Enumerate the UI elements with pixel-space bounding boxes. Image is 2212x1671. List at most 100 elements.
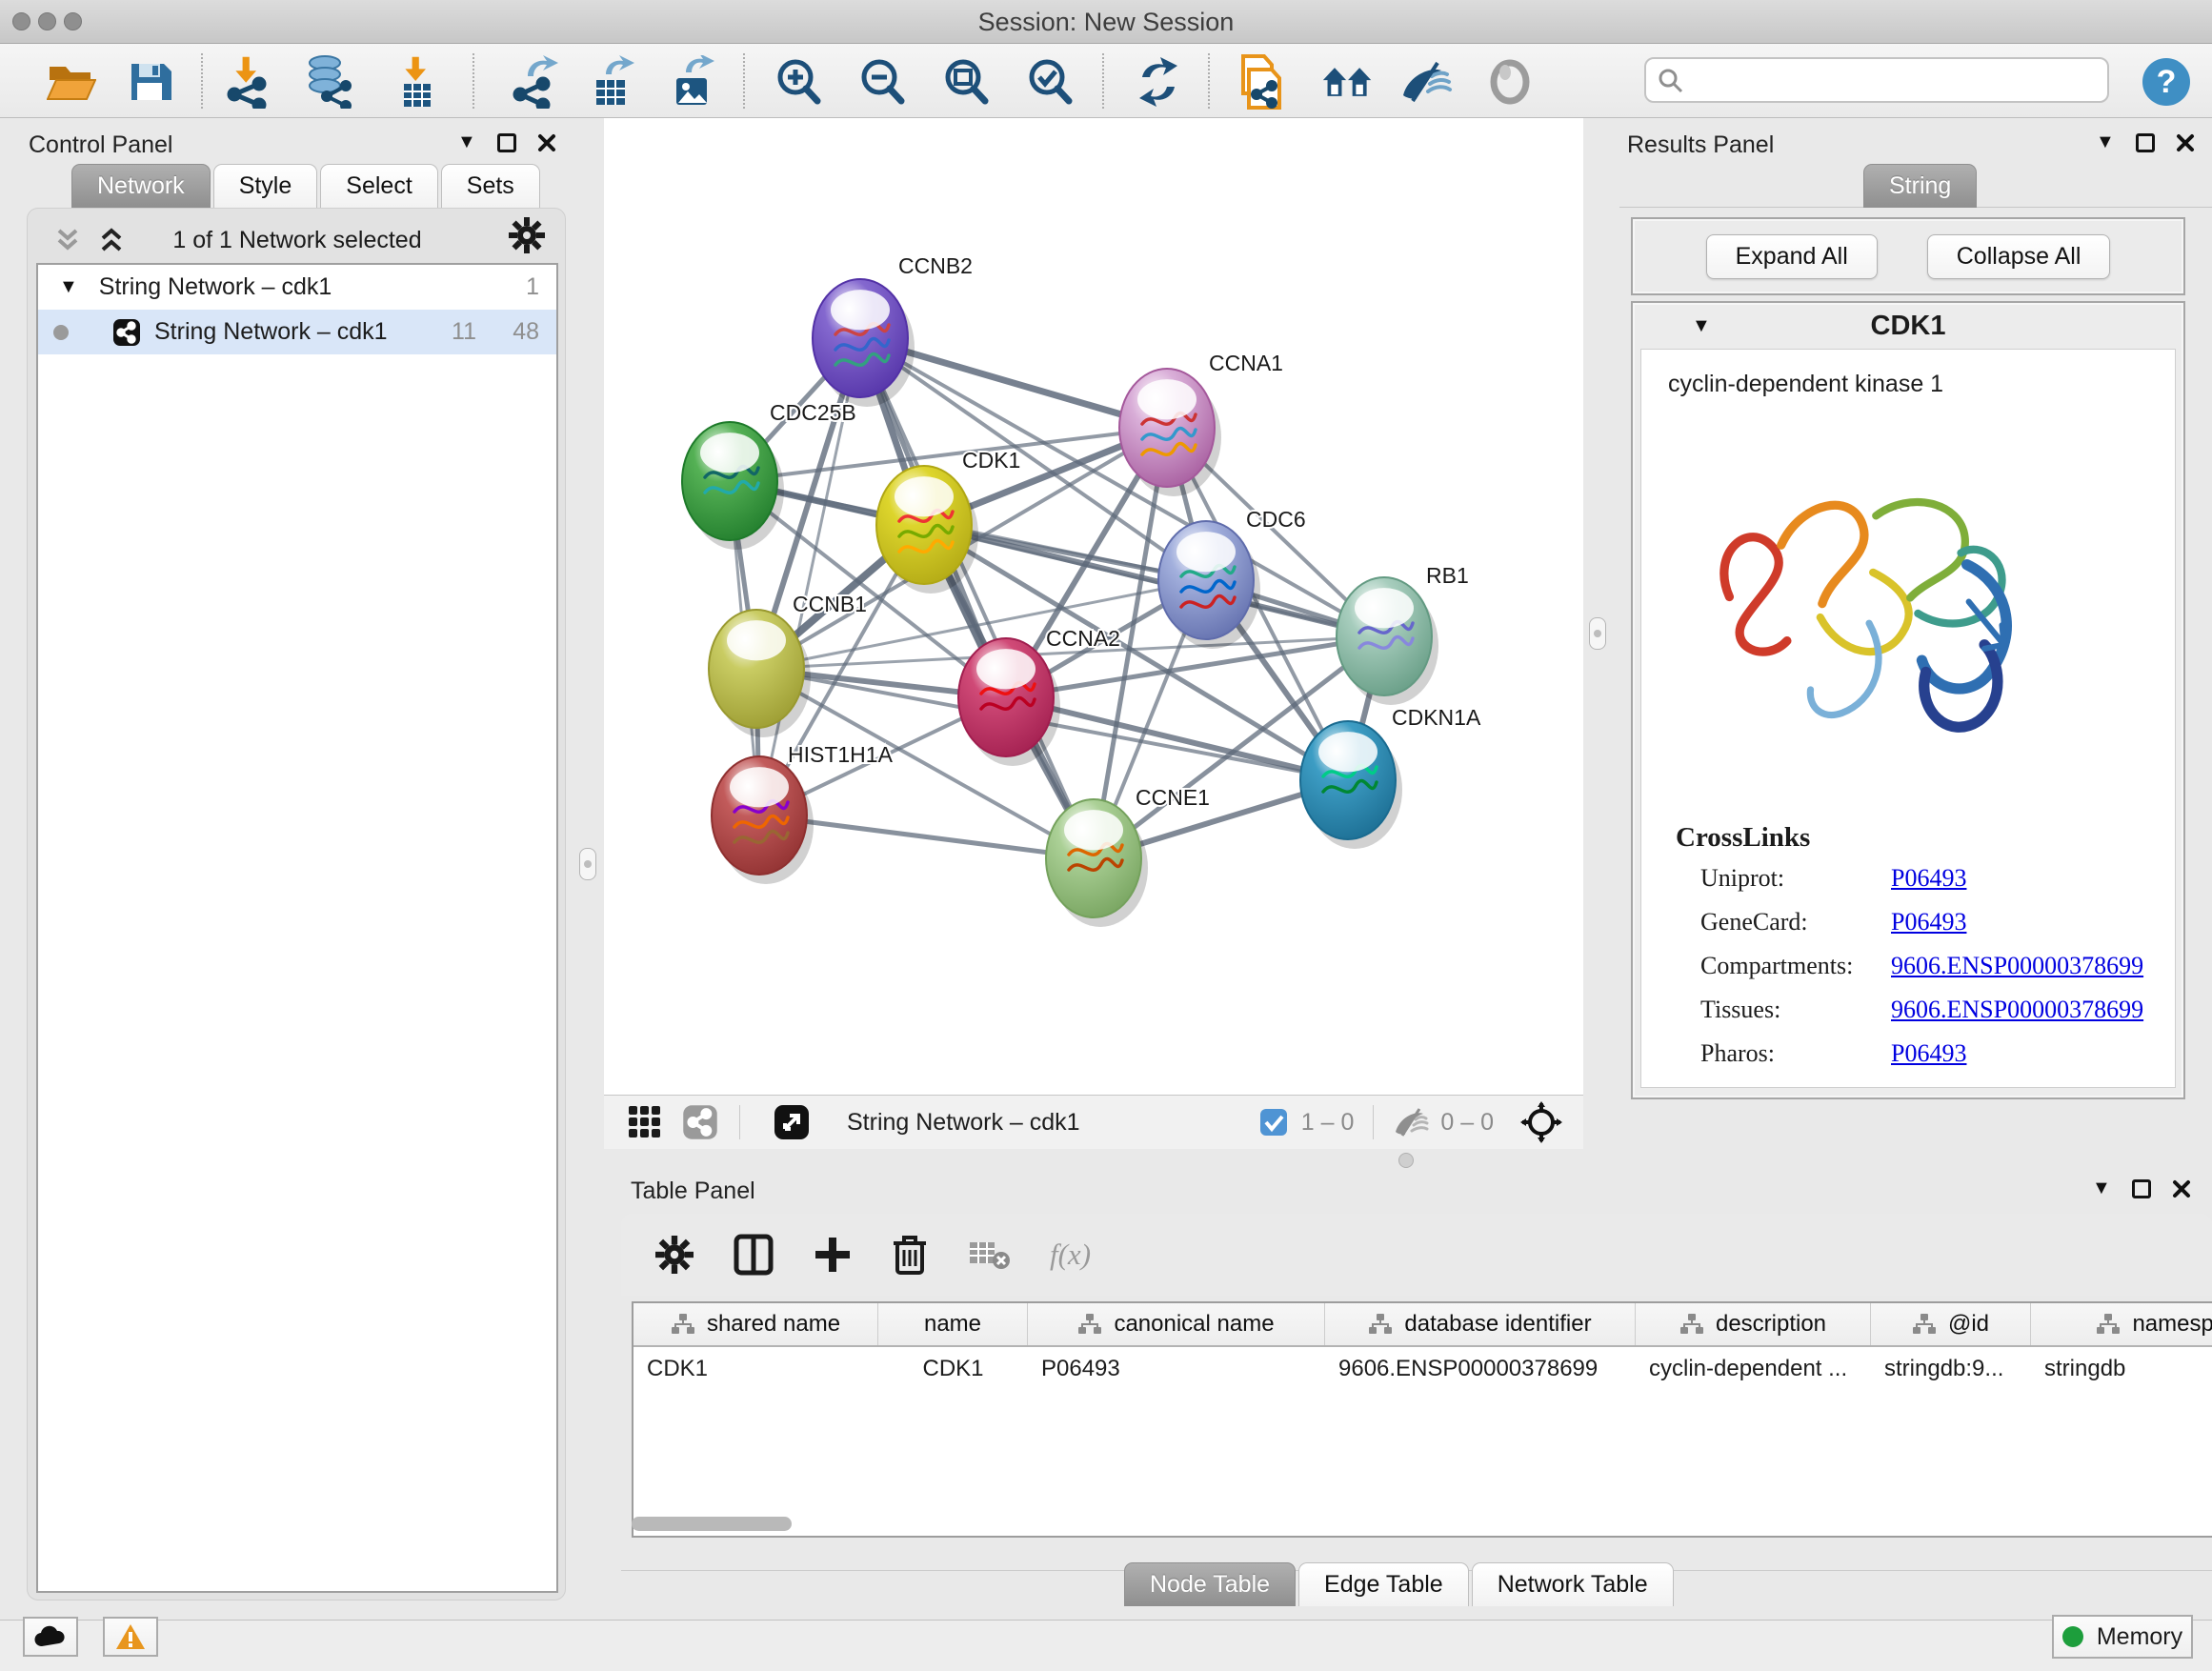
create-column-icon[interactable] xyxy=(814,1236,852,1274)
crosslink-link[interactable]: P06493 xyxy=(1891,908,1966,936)
clone-network-icon[interactable] xyxy=(1234,55,1287,109)
collection-name: String Network – cdk1 xyxy=(99,273,332,301)
selected-checkbox-icon[interactable] xyxy=(1259,1108,1288,1137)
open-session-icon[interactable] xyxy=(45,55,98,109)
control-panel-menu-icon[interactable]: ▼ xyxy=(457,131,476,153)
collection-expand-icon[interactable]: ▼ xyxy=(59,276,78,298)
left-splitter-handle[interactable] xyxy=(579,848,596,880)
open-in-window-icon[interactable] xyxy=(773,1103,811,1141)
tab-network[interactable]: Network xyxy=(71,164,211,208)
network-tree: ▼ String Network – cdk1 1 String Network… xyxy=(36,263,558,1593)
column-header-shared-name[interactable]: shared name xyxy=(633,1303,878,1345)
network-collection-row[interactable]: ▼ String Network – cdk1 1 xyxy=(38,265,556,310)
edge[interactable] xyxy=(860,338,1094,858)
table-panel-float-icon[interactable] xyxy=(2132,1179,2151,1198)
node-ccnb2[interactable]: CCNB2 xyxy=(813,253,973,407)
entry-collapse-icon[interactable]: ▼ xyxy=(1692,315,1711,337)
node-rb1[interactable]: RB1 xyxy=(1337,563,1469,705)
node-ccna1[interactable]: CCNA1 xyxy=(1119,351,1283,496)
cell-namespace[interactable]: stringdb xyxy=(2031,1347,2212,1391)
birdseye-crosshair-icon[interactable] xyxy=(1520,1101,1562,1143)
tab-string-results[interactable]: String xyxy=(1863,164,1977,208)
grid-view-icon[interactable] xyxy=(627,1104,663,1140)
crosslink-link[interactable]: 9606.ENSP00000378699 xyxy=(1891,996,2143,1023)
search-input[interactable] xyxy=(1644,57,2109,103)
tab-node-table[interactable]: Node Table xyxy=(1124,1562,1296,1606)
import-network-from-file-icon[interactable] xyxy=(221,55,274,109)
memory-button[interactable]: Memory xyxy=(2052,1615,2193,1659)
right-splitter-handle[interactable] xyxy=(1589,617,1606,650)
table-toolbar: f(x) xyxy=(621,1214,2212,1296)
crosslink-link[interactable]: P06493 xyxy=(1891,1039,1966,1067)
cloud-status-button[interactable] xyxy=(23,1617,78,1657)
zoom-in-icon[interactable] xyxy=(772,55,825,109)
help-icon[interactable]: ? xyxy=(2140,55,2193,109)
column-header-id[interactable]: @id xyxy=(1871,1303,2031,1345)
toolbar-separator xyxy=(473,53,474,109)
warnings-button[interactable] xyxy=(103,1617,158,1657)
search-box[interactable] xyxy=(1644,57,2109,103)
column-header-canonical-name[interactable]: canonical name xyxy=(1028,1303,1325,1345)
column-header-description[interactable]: description xyxy=(1636,1303,1871,1345)
scrollbar-thumb[interactable] xyxy=(632,1517,792,1531)
delete-column-icon[interactable] xyxy=(892,1234,928,1276)
tab-select[interactable]: Select xyxy=(320,164,437,208)
results-panel-menu-icon[interactable]: ▼ xyxy=(2096,131,2115,153)
results-panel-close-icon[interactable] xyxy=(2176,133,2195,152)
control-panel-close-icon[interactable] xyxy=(537,133,556,152)
tab-style[interactable]: Style xyxy=(213,164,318,208)
horizontal-splitter-handle[interactable] xyxy=(1398,1153,1414,1168)
node-cdkn1a[interactable]: CDKN1A xyxy=(1300,705,1481,849)
table-row: CDK1 CDK1 P06493 9606.ENSP00000378699 cy… xyxy=(633,1347,2212,1391)
tab-edge-table[interactable]: Edge Table xyxy=(1298,1562,1469,1606)
control-panel-float-icon[interactable] xyxy=(497,133,516,152)
export-image-icon[interactable] xyxy=(666,55,719,109)
footer-divider xyxy=(1373,1105,1374,1139)
results-entry-header[interactable]: ▼ CDK1 xyxy=(1633,303,2183,349)
results-panel-float-icon[interactable] xyxy=(2136,133,2155,152)
table-panel-close-icon[interactable] xyxy=(2172,1179,2191,1198)
hierarchy-icon xyxy=(2096,1313,2121,1336)
network-canvas[interactable]: CCNB2CCNA1CDC25BCDK1CDC6RB1CCNB1CCNA2CDK… xyxy=(604,118,1583,1095)
export-network-icon[interactable] xyxy=(509,55,562,109)
column-header-namespace[interactable]: namespace xyxy=(2031,1303,2212,1345)
cloud-icon xyxy=(33,1625,68,1648)
table-panel-menu-icon[interactable]: ▼ xyxy=(2092,1178,2111,1199)
node-ccne1[interactable]: CCNE1 xyxy=(1046,785,1210,927)
network-row[interactable]: String Network – cdk1 11 48 xyxy=(38,310,556,354)
table-options-gear-icon[interactable] xyxy=(655,1236,694,1274)
home-layouts-icon[interactable] xyxy=(1321,55,1375,109)
save-session-icon[interactable] xyxy=(123,55,176,109)
zoom-out-icon[interactable] xyxy=(855,55,909,109)
import-network-from-database-icon[interactable] xyxy=(301,55,354,109)
expand-all-button[interactable]: Expand All xyxy=(1706,234,1878,279)
zoom-fit-icon[interactable] xyxy=(939,55,993,109)
crosslink-link[interactable]: P06493 xyxy=(1891,864,1966,892)
show-columns-icon[interactable] xyxy=(734,1234,774,1276)
tab-network-table[interactable]: Network Table xyxy=(1472,1562,1674,1606)
cell-canonical-name[interactable]: P06493 xyxy=(1028,1347,1325,1391)
column-header-name[interactable]: name xyxy=(878,1303,1028,1345)
cell-database-identifier[interactable]: 9606.ENSP00000378699 xyxy=(1325,1347,1636,1391)
export-table-icon[interactable] xyxy=(586,55,639,109)
hide-unhide-icon[interactable] xyxy=(1399,55,1453,109)
window-close-button[interactable] xyxy=(12,12,30,30)
cell-description[interactable]: cyclin-dependent ... xyxy=(1636,1347,1871,1391)
collapse-all-button[interactable]: Collapse All xyxy=(1927,234,2111,279)
node-hist1h1a[interactable]: HIST1H1A xyxy=(712,742,894,884)
tab-sets[interactable]: Sets xyxy=(441,164,540,208)
refresh-icon[interactable] xyxy=(1132,55,1185,109)
table-horizontal-scrollbar[interactable] xyxy=(632,1517,2203,1532)
crosslink-link[interactable]: 9606.ENSP00000378699 xyxy=(1891,952,2143,979)
zoom-selected-icon[interactable] xyxy=(1023,55,1076,109)
eye-disabled-icon xyxy=(1483,55,1537,109)
cell-name[interactable]: CDK1 xyxy=(878,1347,1028,1391)
column-header-database-identifier[interactable]: database identifier xyxy=(1325,1303,1636,1345)
string-style-icon[interactable] xyxy=(682,1104,718,1140)
network-options-gear-icon[interactable] xyxy=(509,217,545,253)
cell-shared-name[interactable]: CDK1 xyxy=(633,1347,878,1391)
import-table-from-file-icon[interactable] xyxy=(389,55,442,109)
window-zoom-button[interactable] xyxy=(64,12,82,30)
cell-id[interactable]: stringdb:9... xyxy=(1871,1347,2031,1391)
window-minimize-button[interactable] xyxy=(38,12,56,30)
